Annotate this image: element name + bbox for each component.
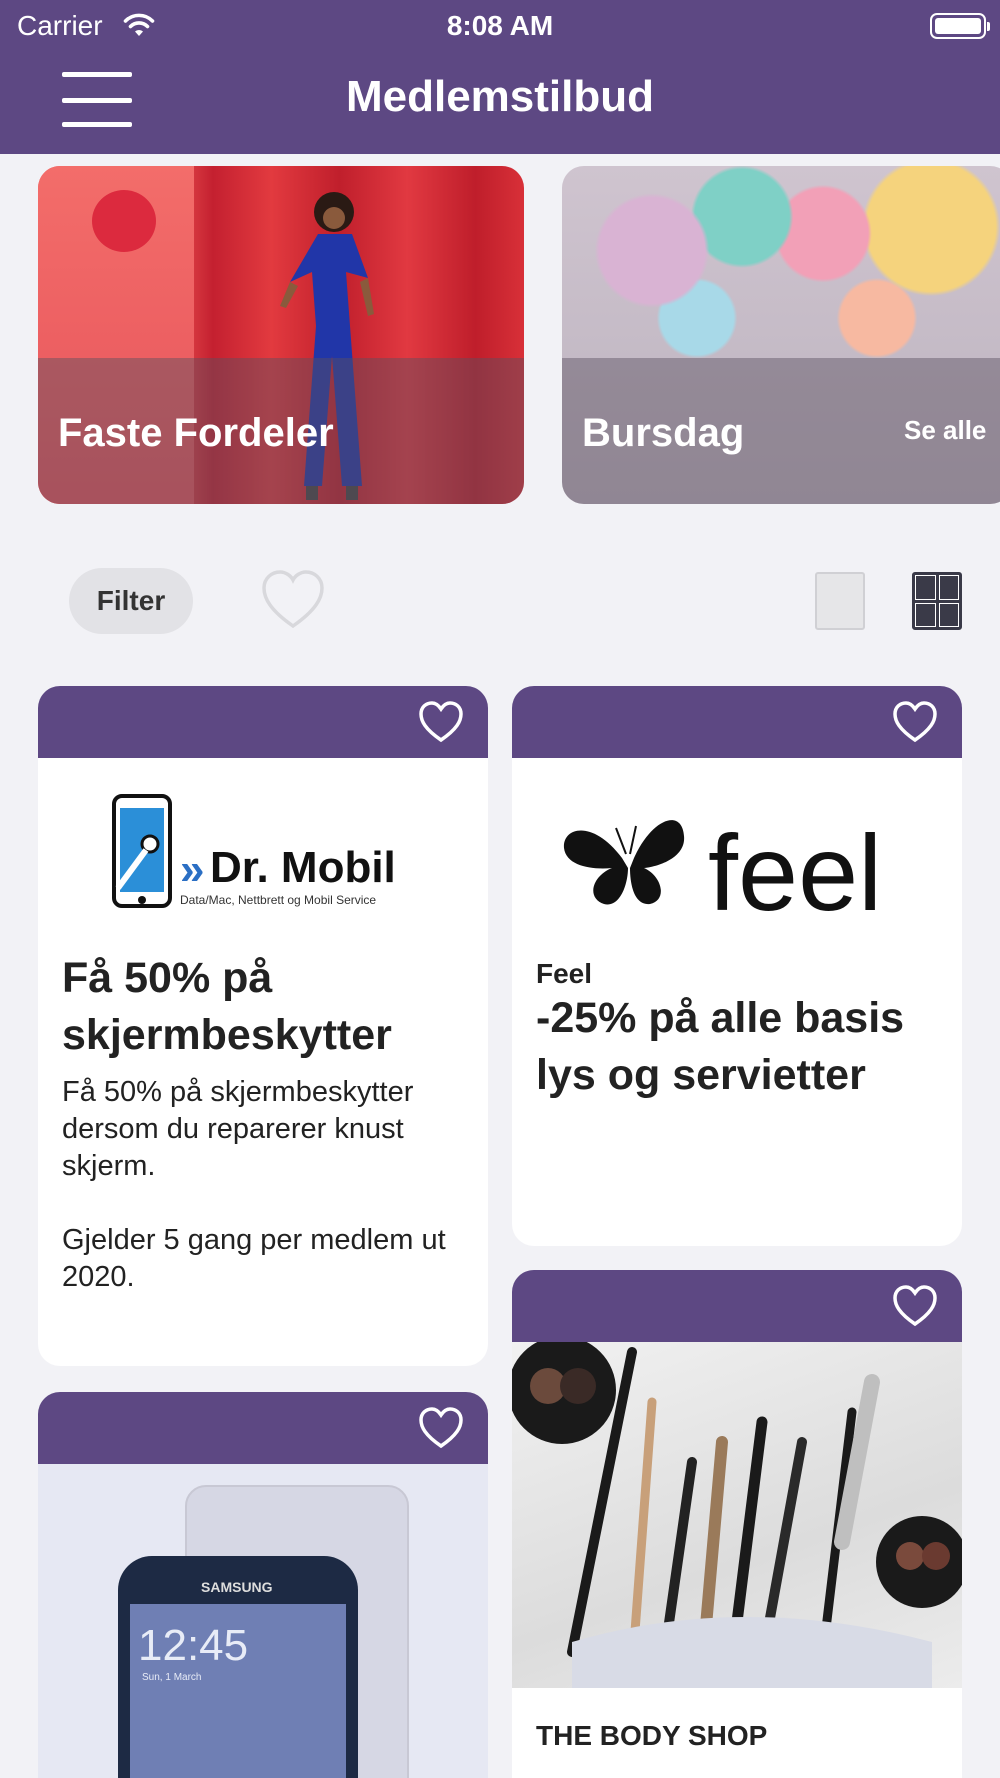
navigation-bar: Carrier 8:08 AM Medlemstilbud <box>0 0 1000 154</box>
offer-card-body-shop[interactable]: THE BODY SHOP <box>512 1270 962 1778</box>
offer-card-feel[interactable]: feel Feel -25% på alle basis lys og serv… <box>512 686 962 1246</box>
card-header <box>38 686 488 758</box>
svg-text:SAMSUNG: SAMSUNG <box>201 1579 273 1595</box>
makeup-product-image <box>512 1336 962 1688</box>
card-header <box>38 1392 488 1464</box>
phone-product-image: SAMSUNG 12:45 Sun, 1 March <box>38 1464 488 1778</box>
see-all-link[interactable]: Se alle <box>904 415 986 446</box>
svg-text:Data/Mac, Nettbrett og Mobil S: Data/Mac, Nettbrett og Mobil Service <box>180 893 376 907</box>
svg-text:»: » <box>180 845 204 894</box>
grid-view-icon[interactable] <box>912 572 962 630</box>
feel-logo: feel <box>512 758 962 988</box>
page-title: Medlemstilbud <box>345 72 655 121</box>
filter-button[interactable]: Filter <box>69 568 193 634</box>
card-header <box>512 1270 962 1342</box>
banner-faste-fordeler[interactable]: Faste Fordeler <box>38 166 524 504</box>
banner-bursdag[interactable]: Bursdag Se alle <box>562 166 1000 504</box>
dr-mobil-logo: » Dr. Mobil Data/Mac, Nettbrett og Mobil… <box>38 758 488 950</box>
heart-icon[interactable] <box>418 700 464 744</box>
offer-brand: THE BODY SHOP <box>536 1720 768 1751</box>
butterfly-logo-icon: feel <box>563 812 882 933</box>
svg-text:Sun, 1 March: Sun, 1 March <box>142 1672 201 1683</box>
heart-icon[interactable] <box>892 1284 938 1328</box>
sun-decoration <box>92 190 156 252</box>
status-bar: Carrier 8:08 AM <box>0 6 1000 46</box>
svg-text:12:45: 12:45 <box>138 1621 248 1670</box>
battery-icon <box>930 13 990 39</box>
heart-icon[interactable] <box>892 700 938 744</box>
phone-wrench-logo-icon: » Dr. Mobil Data/Mac, Nettbrett og Mobil… <box>112 794 396 908</box>
offer-headline: Få 50% på skjermbeskytter <box>62 954 392 1059</box>
single-view-icon[interactable] <box>815 572 865 630</box>
favorites-filter-heart-icon[interactable] <box>260 568 326 634</box>
svg-text:feel: feel <box>708 812 882 933</box>
banner-title: Faste Fordeler <box>58 411 334 455</box>
offer-note: Gjelder 5 gang per medlem ut 2020. <box>62 1224 446 1293</box>
offer-headline: -25% på alle basis lys og servietter <box>536 994 905 1099</box>
clock: 8:08 AM <box>446 10 554 41</box>
offer-card-dr-mobil[interactable]: » Dr. Mobil Data/Mac, Nettbrett og Mobil… <box>38 686 488 1366</box>
offer-card-screen-protector[interactable]: SAMSUNG 12:45 Sun, 1 March <box>38 1392 488 1778</box>
heart-icon[interactable] <box>418 1406 464 1450</box>
banner-title: Bursdag <box>582 411 745 455</box>
offer-description: Få 50% på skjermbeskytter dersom du repa… <box>62 1076 414 1182</box>
category-carousel[interactable]: Faste Fordeler Bursdag Se alle <box>0 166 1000 506</box>
card-header <box>512 686 962 758</box>
svg-text:Dr. Mobil: Dr. Mobil <box>210 843 396 892</box>
